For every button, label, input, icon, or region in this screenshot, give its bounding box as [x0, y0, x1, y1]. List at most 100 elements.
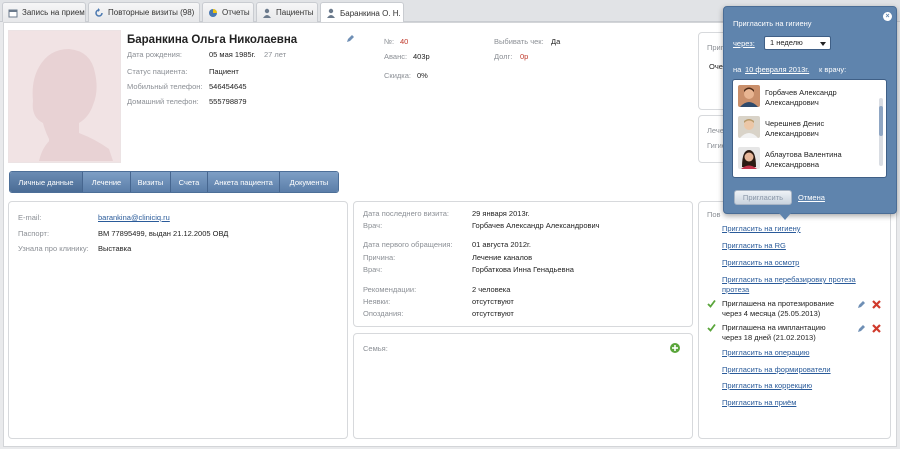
avatar: [8, 30, 121, 163]
reason-label: Причина:: [363, 253, 396, 262]
treatment-label: Лече: [707, 126, 724, 135]
invite-hygiene-link[interactable]: Пригласить на гигиену: [722, 224, 801, 233]
doctor-value: Горбачев Александр Александрович: [472, 221, 600, 230]
edit-icon[interactable]: [857, 324, 866, 333]
chevron-down-icon: [820, 42, 826, 46]
discount-label: Скидка:: [384, 71, 411, 80]
family-box: Семья:: [353, 333, 693, 439]
edit-icon[interactable]: [346, 34, 355, 43]
mobile-label: Мобильный телефон:: [127, 82, 203, 91]
edit-icon[interactable]: [857, 300, 866, 309]
subtab-visits[interactable]: Визиты: [131, 172, 171, 192]
doctor-name: Горбачев Александр Александрович: [765, 88, 837, 107]
family-label: Семья:: [363, 344, 388, 353]
cancel-link[interactable]: Отмена: [798, 193, 825, 202]
advance-label: Аванс:: [384, 52, 408, 61]
tab-label: Пациенты: [276, 8, 314, 17]
calendar-icon: [8, 8, 18, 18]
invite-correction-link[interactable]: Пригласить на коррекцию: [722, 381, 812, 390]
doctor-list: Горбачев Александр Александрович Черешнев…: [732, 79, 887, 178]
invited-prosthetics-line2: через 4 месяца (25.05.2013): [722, 309, 821, 318]
check-icon: [707, 323, 716, 332]
last-visit-label: Дата последнего визита:: [363, 209, 449, 218]
patient-name: Баранкина Ольга Николаевна: [127, 34, 298, 46]
noshow-label: Неявки:: [363, 297, 391, 306]
late-label: Опоздания:: [363, 309, 404, 318]
age-value: 27 лет: [264, 50, 287, 59]
debt-value: 0р: [520, 52, 529, 61]
passport-value: ВМ 77895499, выдан 21.12.2005 ОВД: [98, 229, 229, 238]
patient-subtabs: Личные данные Лечение Визиты Счета Анкет…: [9, 171, 339, 193]
tab-appointment[interactable]: Запись на прием: [2, 2, 86, 22]
last-visit-value: 29 января 2013г.: [472, 209, 530, 218]
invite-surgery-link[interactable]: Пригласить на операцию: [722, 348, 810, 357]
user-icon: [262, 8, 272, 18]
source-value: Выставка: [98, 244, 132, 253]
check-label: Выбивать чек:: [494, 37, 544, 46]
invite-button[interactable]: Пригласить: [734, 190, 792, 205]
tab-patient-barankina[interactable]: Баранкина О. Н.: [320, 2, 404, 23]
delete-icon[interactable]: [872, 300, 881, 309]
home-phone-label: Домашний телефон:: [127, 97, 199, 106]
number-value: 40: [400, 37, 409, 46]
queue-label: Оче: [709, 62, 723, 71]
pie-chart-icon: [208, 8, 218, 18]
home-phone-value: 555798879: [209, 97, 247, 106]
doctor-item[interactable]: Черешнев Денис Александрович: [738, 116, 878, 142]
passport-label: Паспорт:: [18, 229, 50, 238]
doctor-photo: [738, 85, 760, 107]
personal-data-box: E-mail: barankina@cliniciq.ru Паспорт: В…: [8, 201, 348, 439]
birth-label: Дата рождения:: [127, 50, 182, 59]
period-select[interactable]: 1 неделю: [764, 36, 831, 50]
tab-label: Баранкина О. Н.: [340, 8, 401, 18]
invite-rg-link[interactable]: Пригласить на RG: [722, 241, 786, 250]
doctor-label: Врач:: [363, 221, 383, 230]
doctor2-label: Врач:: [363, 265, 383, 274]
invite-rebase-link-2[interactable]: протеза: [722, 285, 749, 294]
invite-formers-link[interactable]: Пригласить на формирователи: [722, 365, 831, 374]
delete-icon[interactable]: [872, 324, 881, 333]
invite-box: Пов Пригласить на гигиену Пригласить на …: [698, 201, 891, 439]
on-label: на: [733, 65, 742, 74]
subtab-bills[interactable]: Счета: [171, 172, 208, 192]
tab-label: Отчеты: [222, 8, 250, 17]
doctor-name: Аблаутова Валентина Александровна: [765, 150, 842, 169]
tab-reports[interactable]: Отчеты: [202, 2, 254, 22]
scrollbar-thumb[interactable]: [879, 106, 883, 136]
through-label: через:: [733, 39, 755, 48]
subtab-treatment[interactable]: Лечение: [83, 172, 131, 192]
advance-value: 403р: [413, 52, 430, 61]
tab-repeat-visits[interactable]: Повторные визиты (98): [88, 2, 200, 22]
email-link[interactable]: barankina@cliniciq.ru: [98, 213, 170, 222]
subtab-questionnaire[interactable]: Анкета пациента: [208, 172, 280, 192]
visits-box: Дата последнего визита: 29 января 2013г.…: [353, 201, 693, 327]
close-icon[interactable]: ×: [883, 12, 892, 21]
invite-rebase-link[interactable]: Пригласить на перебазировку протеза: [722, 275, 856, 284]
birth-value: 05 мая 1985г.: [209, 50, 256, 59]
check-icon: [707, 299, 716, 308]
repeat-label: Пов: [707, 210, 721, 219]
tab-patients[interactable]: Пациенты: [256, 2, 318, 22]
add-family-icon[interactable]: [670, 343, 680, 353]
to-doctor-label: к врачу:: [819, 65, 847, 74]
invite-popup: × Пригласить на гигиену через: 1 неделю …: [723, 6, 897, 214]
first-visit-value: 01 августа 2012г.: [472, 240, 531, 249]
recommendations-value: 2 человека: [472, 285, 511, 294]
refresh-icon: [94, 7, 104, 18]
email-label: E-mail:: [18, 213, 42, 222]
user-icon: [326, 8, 336, 18]
status-value: Пациент: [209, 67, 239, 76]
subtab-documents[interactable]: Документы: [280, 172, 338, 192]
invite-checkup-link[interactable]: Пригласить на осмотр: [722, 258, 799, 267]
doctor-item[interactable]: Аблаутова Валентина Александровна: [738, 147, 878, 173]
date-link[interactable]: 10 февраля 2013г.: [745, 65, 809, 74]
debt-label: Долг:: [494, 52, 513, 61]
late-value: отсутствуют: [472, 309, 514, 318]
tab-label: Повторные визиты (98): [108, 8, 195, 17]
period-select-value: 1 неделю: [770, 38, 803, 47]
invite-appointment-link[interactable]: Пригласить на приём: [722, 398, 796, 407]
doctor2-value: Горбаткова Инна Генадьевна: [472, 265, 574, 274]
subtab-personal[interactable]: Личные данные: [10, 172, 83, 192]
doctor-list-scrollbar[interactable]: [879, 98, 883, 166]
doctor-item[interactable]: Горбачев Александр Александрович: [738, 85, 878, 111]
